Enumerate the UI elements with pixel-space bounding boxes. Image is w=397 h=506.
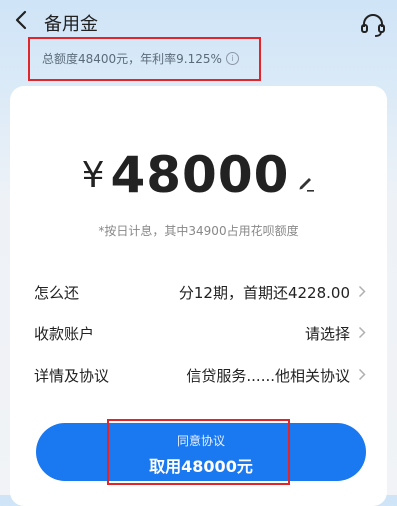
chevron-right-icon	[358, 368, 366, 381]
receiving-account-row[interactable]: 收款账户 请选择	[34, 319, 366, 345]
page-title: 备用金	[44, 14, 98, 35]
row-value: 分12期，首期还4228.00	[178, 284, 350, 302]
headset-icon[interactable]	[359, 12, 387, 38]
edit-icon[interactable]	[297, 174, 315, 192]
highlight-box-button	[107, 419, 290, 485]
currency-symbol: ¥	[81, 154, 105, 196]
amount-value[interactable]: 48000	[110, 146, 289, 204]
row-value: 请选择	[304, 325, 350, 343]
row-label: 详情及协议	[34, 367, 110, 385]
details-agreement-row[interactable]: 详情及协议 信贷服务......他相关协议	[34, 361, 366, 387]
row-label: 收款账户	[34, 325, 95, 343]
amount-display: ¥48000	[0, 146, 397, 204]
back-icon[interactable]	[12, 9, 32, 31]
highlight-box-limit	[28, 37, 261, 81]
row-value: 信贷服务......他相关协议	[186, 367, 350, 385]
header: 备用金	[0, 0, 397, 40]
chevron-right-icon	[358, 326, 366, 339]
repayment-plan-row[interactable]: 怎么还 分12期，首期还4228.00	[34, 278, 366, 304]
interest-note: *按日计息，其中34900占用花呗额度	[98, 224, 299, 238]
chevron-right-icon	[358, 285, 366, 298]
row-label: 怎么还	[34, 284, 80, 302]
